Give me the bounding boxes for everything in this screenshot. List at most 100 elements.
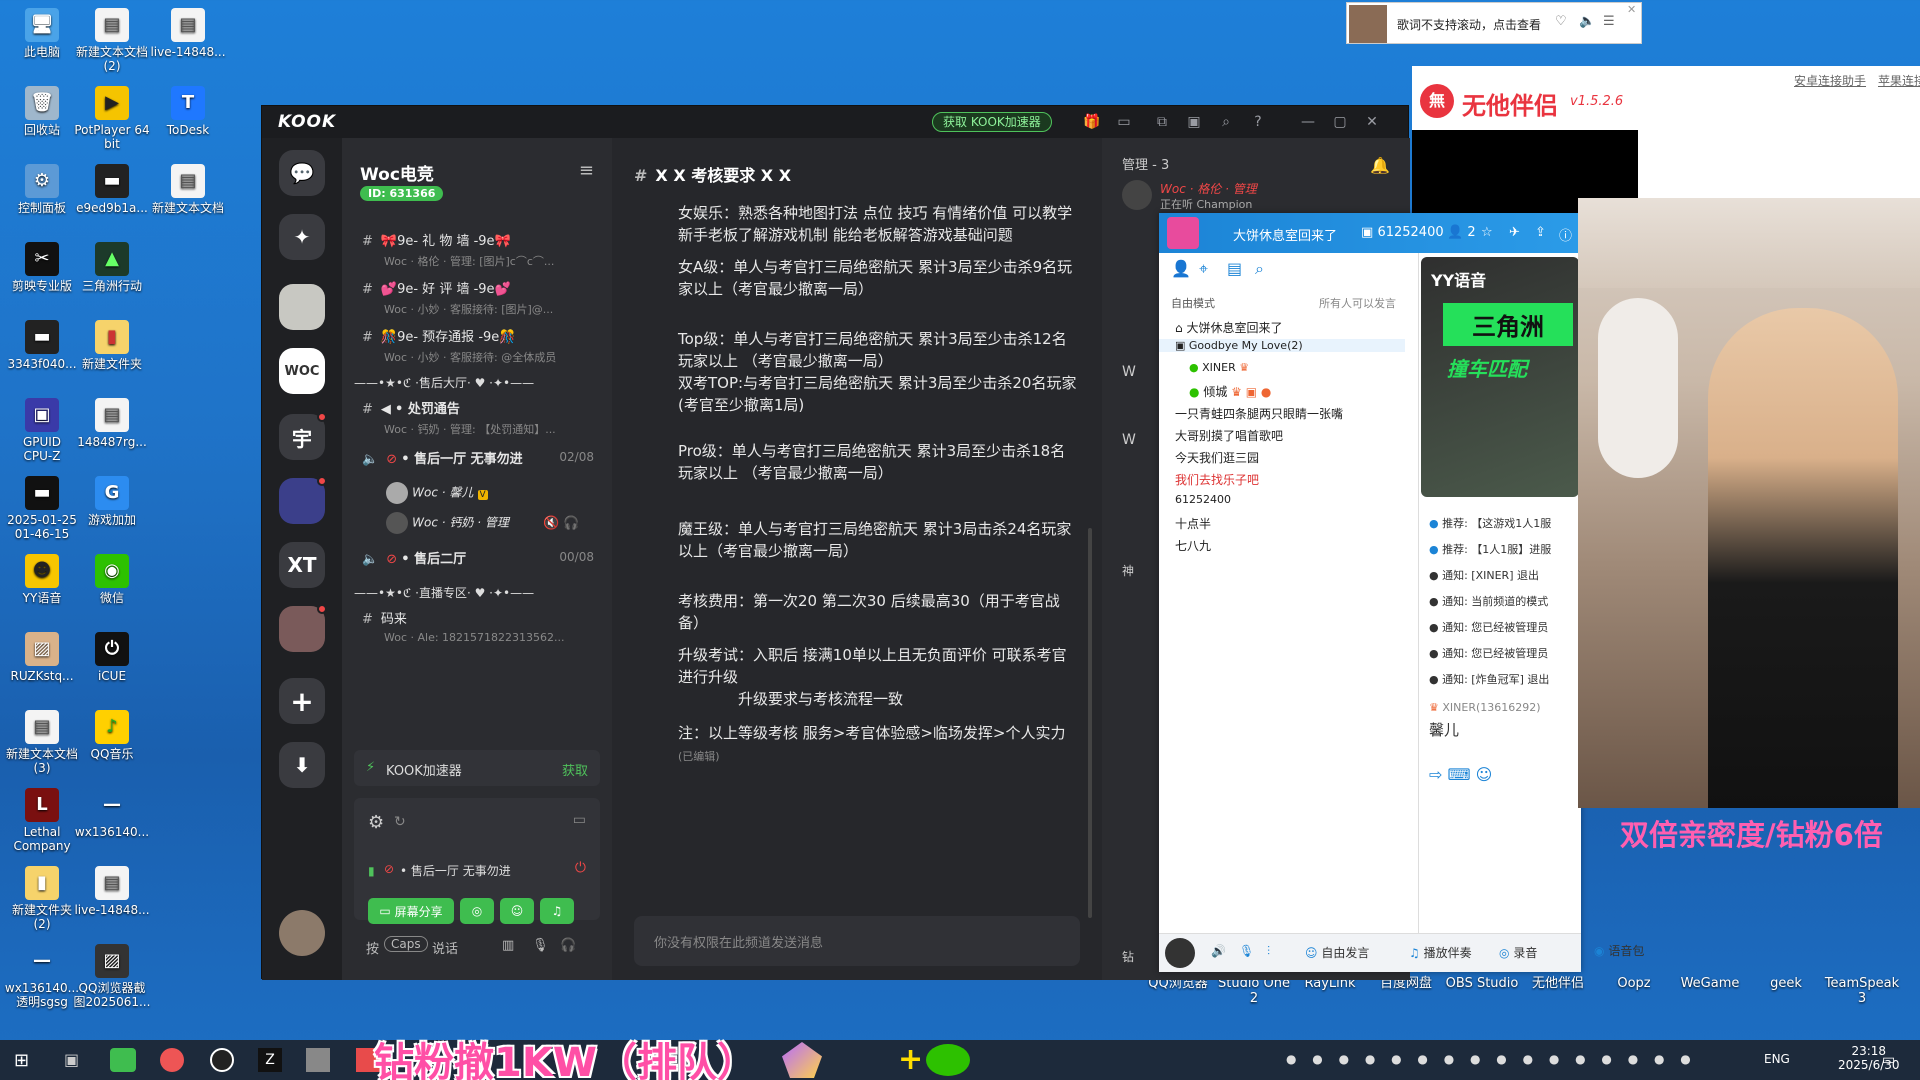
download-button[interactable]: ⬇ [279, 742, 325, 788]
close-icon[interactable]: ✕ [1362, 112, 1382, 132]
list-icon[interactable]: ▤ [1227, 259, 1242, 278]
inbox-icon[interactable]: ▣ [1184, 112, 1204, 132]
desktop-icon-new-folder[interactable]: ▮ 新建文件夹 [70, 320, 154, 371]
voice-settings-icon[interactable]: ⚙ [368, 812, 384, 833]
minimize-icon[interactable]: — [1298, 112, 1318, 132]
desktop-icon-wx1[interactable]: — wx136140... [70, 788, 154, 840]
category-after-sales[interactable]: ——•★•ℭ ·售后大厅· ♥ ·✦•—— [354, 374, 534, 391]
screen-share-button[interactable]: ▭ 屏幕分享 [368, 898, 454, 924]
heart-icon[interactable]: ♡ [1555, 14, 1567, 29]
desktop-icon-live-2[interactable]: ▤ live-14848... [70, 866, 154, 917]
microphone-icon[interactable]: 🎙 [1239, 944, 1254, 958]
info-icon[interactable]: ⓘ [1559, 225, 1572, 244]
yy-user-row[interactable]: ● XINER ♛ [1189, 361, 1249, 374]
menu-icon[interactable]: ≡ [579, 160, 594, 181]
help-icon[interactable]: ? [1248, 112, 1268, 132]
desktop-icon-qq-music[interactable]: ♪ QQ音乐 [70, 710, 154, 761]
yy-channel-row[interactable]: 我们去找乐子吧 [1175, 471, 1259, 488]
channel-punish-notice[interactable]: # ◀ • 处罚通告 Woc · 钙奶 · 管理: 【处罚通知】... [362, 398, 602, 437]
taskbar-obs-icon[interactable] [210, 1048, 234, 1072]
desktop-icon-oopz[interactable]: Oopz [1594, 976, 1674, 991]
taskbar-z-icon[interactable]: Z [258, 1048, 282, 1072]
yy-user-row[interactable]: ● 倾城 ♛ ▣ ● [1189, 383, 1271, 400]
star-icon[interactable]: ☆ [1481, 225, 1493, 240]
yy-channel-row[interactable]: 61252400 [1175, 493, 1231, 506]
voice-pack-button[interactable]: ◉ 语音包 [1594, 942, 1644, 959]
gift-icon[interactable]: 🎁 [1082, 112, 1102, 132]
desktop-icon-wegame[interactable]: WeGame [1670, 976, 1750, 991]
yy-channel-row[interactable]: ⌂ 大饼休息室回来了 [1175, 319, 1282, 336]
desktop-icon-todesk[interactable]: T ToDesk [146, 86, 230, 137]
desktop-icon-icue[interactable]: ⏻ iCUE [70, 632, 154, 683]
chat-scrollbar[interactable] [1088, 528, 1092, 918]
music-lyrics-popup[interactable]: 歌词不支持滚动，点击查看 ♡ 🔈 ☰ ✕ [1346, 2, 1642, 44]
link-icon[interactable]: ⧉ [1152, 112, 1172, 132]
yy-channel-row[interactable]: 一只青蛙四条腿两只眼睛一张嘴 [1175, 405, 1343, 422]
search-icon[interactable]: ⌕ [1255, 259, 1264, 279]
user-icon[interactable]: 👤 [1171, 259, 1191, 278]
system-tray-icons[interactable]: ● ● ● ● ● ● ● ● ● ● ● ● ● ● ● ● [1286, 1052, 1697, 1066]
desktop-icon-obs[interactable]: OBS Studio [1442, 976, 1522, 991]
playlist-icon[interactable]: ☰ [1603, 14, 1615, 29]
search-icon[interactable]: ⌕ [1216, 112, 1236, 132]
desktop-icon-148487[interactable]: ▤ 148487rg... [70, 398, 154, 449]
discover-button[interactable]: ✦ [279, 214, 325, 260]
server-icon-1[interactable] [279, 284, 325, 330]
desktop-icon-wuta[interactable]: 无他伴侣 [1518, 976, 1598, 991]
close-icon[interactable]: ✕ [1627, 3, 1636, 16]
chat-toolbar-icons[interactable]: ⇨ ⌨ ☺ [1429, 765, 1492, 784]
store-icon[interactable]: ▭ [1114, 112, 1134, 132]
channel-review-wall[interactable]: # 💕9e- 好 评 墙 -9e💕 Woc · 小妙 · 客服接待: [图片]@..… [362, 278, 602, 317]
desktop-icon-qq-screenshot[interactable]: ▨ QQ浏览器截 图2025061... [70, 944, 154, 1009]
speaker-icon[interactable]: 🔊 [1211, 944, 1226, 958]
music-button[interactable]: ♫ [540, 898, 574, 924]
record-button[interactable]: ◎ 录音 [1499, 944, 1537, 961]
desktop-icon-e9ed[interactable]: ▬ e9ed9b1a... [70, 164, 154, 215]
disconnect-icon[interactable]: ⏻ [575, 860, 586, 876]
task-view-icon[interactable]: ▣ [64, 1050, 79, 1069]
channel-gift-wall[interactable]: # 🎀9e- 礼 物 墙 -9e🎀 Woc · 格伦 · 管理: [图片]c⌒c⌒.… [362, 230, 602, 269]
desktop-icon-text-doc[interactable]: ▤ 新建文本文档 [146, 164, 230, 215]
refresh-icon[interactable]: ↻ [394, 814, 406, 830]
plane-icon[interactable]: ✈ [1509, 225, 1520, 240]
server-icon-yu[interactable]: 宇 [279, 412, 327, 460]
microphone-icon[interactable]: 🎙 [532, 938, 549, 953]
desktop-icon-delta-force[interactable]: ▲ 三角洲行动 [70, 242, 154, 293]
voice-user-2[interactable]: Woc · 钙奶 · 管理 🔇 🎧 [386, 512, 626, 534]
camera-button[interactable]: ◎ [460, 898, 494, 924]
server-name[interactable]: Woc电竞 [360, 160, 434, 185]
add-server-button[interactable]: + [279, 678, 325, 724]
yy-channel-row[interactable]: 七八九 [1175, 537, 1211, 554]
desktop-icon-studio-one[interactable]: Studio One 2 [1214, 976, 1294, 1006]
android-connect-link[interactable]: 安卓连接助手 [1794, 72, 1866, 89]
get-accelerator-button[interactable]: 获取 KOOK加速器 [932, 112, 1052, 132]
screen-icon[interactable]: ▭ [573, 812, 586, 828]
desktop-icon-wechat[interactable]: ◉ 微信 [70, 554, 154, 605]
yy-channel-row[interactable]: 十点半 [1175, 515, 1211, 532]
taskbar-app-icon[interactable] [306, 1048, 330, 1072]
share-icon[interactable]: ⇪ [1535, 225, 1546, 240]
desktop-icon-potplayer[interactable]: ▶ PotPlayer 64 bit [70, 86, 154, 151]
bell-icon[interactable]: 🔔 [1370, 156, 1390, 175]
input-language[interactable]: ENG [1764, 1052, 1790, 1066]
taskbar-kook-icon[interactable] [110, 1048, 136, 1072]
activity-button[interactable]: ☺ [500, 898, 534, 924]
my-avatar[interactable] [1165, 938, 1195, 968]
desktop-icon-live-1[interactable]: ▤ live-14848... [146, 8, 230, 59]
ios-connect-link[interactable]: 苹果连接 [1878, 72, 1920, 89]
yy-channel-row[interactable]: 今天我们逛三园 [1175, 449, 1259, 466]
server-icon-xt[interactable]: XT [279, 542, 325, 588]
desktop-icon-text-doc-2[interactable]: ▤ 新建文本文档 (2) [70, 8, 154, 73]
volume-icon[interactable]: 🔈 [1579, 14, 1595, 29]
yy-ad-banner[interactable]: YY语音 三角洲 撞车匹配 [1421, 257, 1579, 497]
free-speak-button[interactable]: ☺ 自由发言 [1305, 944, 1369, 961]
maximize-icon[interactable]: ▢ [1330, 112, 1350, 132]
desktop-icon-teamspeak[interactable]: TeamSpeak 3 [1822, 976, 1902, 1006]
desktop-icon-game-plus[interactable]: G 游戏加加 [70, 476, 154, 527]
server-icon-photo[interactable] [279, 604, 327, 652]
headphones-icon[interactable]: 🎧 [560, 938, 576, 953]
direct-messages-button[interactable]: 💬 [279, 150, 325, 196]
member-name[interactable]: Woc · 格伦 · 管理 [1160, 180, 1257, 197]
soundboard-icon[interactable]: ▥ [502, 938, 514, 953]
taskbar-app-icon[interactable] [160, 1048, 184, 1072]
